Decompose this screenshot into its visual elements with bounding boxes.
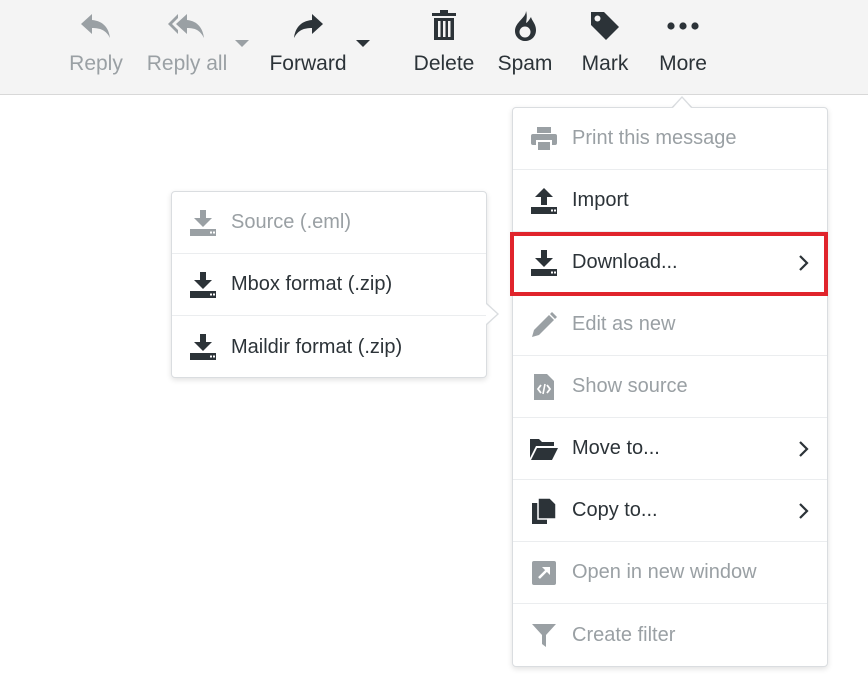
- download-icon: [529, 248, 559, 278]
- forward-dropdown-arrow[interactable]: [356, 40, 370, 47]
- more-menu-pointer-inner: [672, 98, 692, 109]
- spam-button[interactable]: Spam: [494, 0, 556, 95]
- delete-button[interactable]: Delete: [410, 0, 478, 95]
- menu-item-label: Edit as new: [572, 313, 676, 335]
- menu-item-label: Copy to...: [572, 499, 658, 521]
- pencil-icon: [529, 310, 559, 340]
- download-icon: [188, 270, 218, 300]
- menu-item-print[interactable]: Print this message: [513, 108, 827, 170]
- submenu-item-label: Mbox format (.zip): [231, 273, 393, 295]
- menu-item-label: Print this message: [572, 127, 737, 149]
- more-label: More: [659, 52, 707, 75]
- menu-item-label: Open in new window: [572, 561, 757, 583]
- tag-icon: [585, 8, 625, 44]
- download-submenu: Source (.eml) Mbox format (.zip) Maildir…: [171, 191, 487, 378]
- chevron-right-icon: [799, 502, 809, 519]
- download-icon: [188, 332, 218, 362]
- submenu-item-source-eml[interactable]: Source (.eml): [172, 192, 486, 254]
- copy-icon: [529, 496, 559, 526]
- submenu-item-mbox[interactable]: Mbox format (.zip): [172, 254, 486, 316]
- reply-all-label: Reply all: [146, 52, 228, 75]
- menu-item-create-filter[interactable]: Create filter: [513, 604, 827, 666]
- delete-label: Delete: [413, 52, 475, 75]
- submenu-item-maildir[interactable]: Maildir format (.zip): [172, 316, 486, 378]
- reply-all-dropdown-arrow[interactable]: [235, 40, 249, 47]
- menu-item-copy-to[interactable]: Copy to...: [513, 480, 827, 542]
- more-menu: Print this message Import Download... Ed…: [512, 107, 828, 667]
- mark-label: Mark: [581, 52, 629, 75]
- menu-item-import[interactable]: Import: [513, 170, 827, 232]
- menu-item-download[interactable]: Download...: [513, 232, 827, 294]
- filter-icon: [529, 620, 559, 650]
- chevron-right-icon: [799, 440, 809, 457]
- printer-icon: [529, 124, 559, 154]
- menu-item-label: Create filter: [572, 623, 676, 646]
- menu-item-label: Show source: [572, 375, 688, 397]
- spam-label: Spam: [497, 52, 553, 75]
- reply-all-icon: [167, 8, 207, 44]
- menu-item-label: Move to...: [572, 437, 660, 459]
- forward-button[interactable]: Forward: [264, 0, 352, 95]
- reply-label: Reply: [69, 52, 123, 75]
- submenu-item-label: Source (.eml): [231, 211, 352, 233]
- submenu-item-label: Maildir format (.zip): [231, 335, 403, 358]
- chevron-right-icon: [799, 254, 809, 271]
- menu-item-open-new-window[interactable]: Open in new window: [513, 542, 827, 604]
- menu-item-edit-as-new[interactable]: Edit as new: [513, 294, 827, 356]
- download-icon: [188, 208, 218, 238]
- ellipsis-icon: [663, 8, 703, 44]
- message-toolbar: Reply Reply all Forward Delete Spam Mark: [0, 0, 868, 95]
- menu-item-label: Download...: [572, 251, 678, 273]
- forward-icon: [288, 8, 328, 44]
- code-file-icon: [529, 372, 559, 402]
- trash-icon: [424, 8, 464, 44]
- submenu-pointer-inner: [486, 304, 497, 324]
- external-window-icon: [529, 558, 559, 588]
- menu-item-move-to[interactable]: Move to...: [513, 418, 827, 480]
- menu-item-show-source[interactable]: Show source: [513, 356, 827, 418]
- mark-button[interactable]: Mark: [576, 0, 634, 95]
- upload-icon: [529, 186, 559, 216]
- reply-all-button[interactable]: Reply all: [143, 0, 231, 95]
- forward-label: Forward: [269, 52, 347, 75]
- more-button[interactable]: More: [654, 0, 712, 95]
- reply-icon: [76, 8, 116, 44]
- fire-icon: [505, 8, 545, 44]
- menu-item-label: Import: [572, 189, 629, 211]
- reply-button[interactable]: Reply: [66, 0, 126, 95]
- folder-open-icon: [529, 434, 559, 464]
